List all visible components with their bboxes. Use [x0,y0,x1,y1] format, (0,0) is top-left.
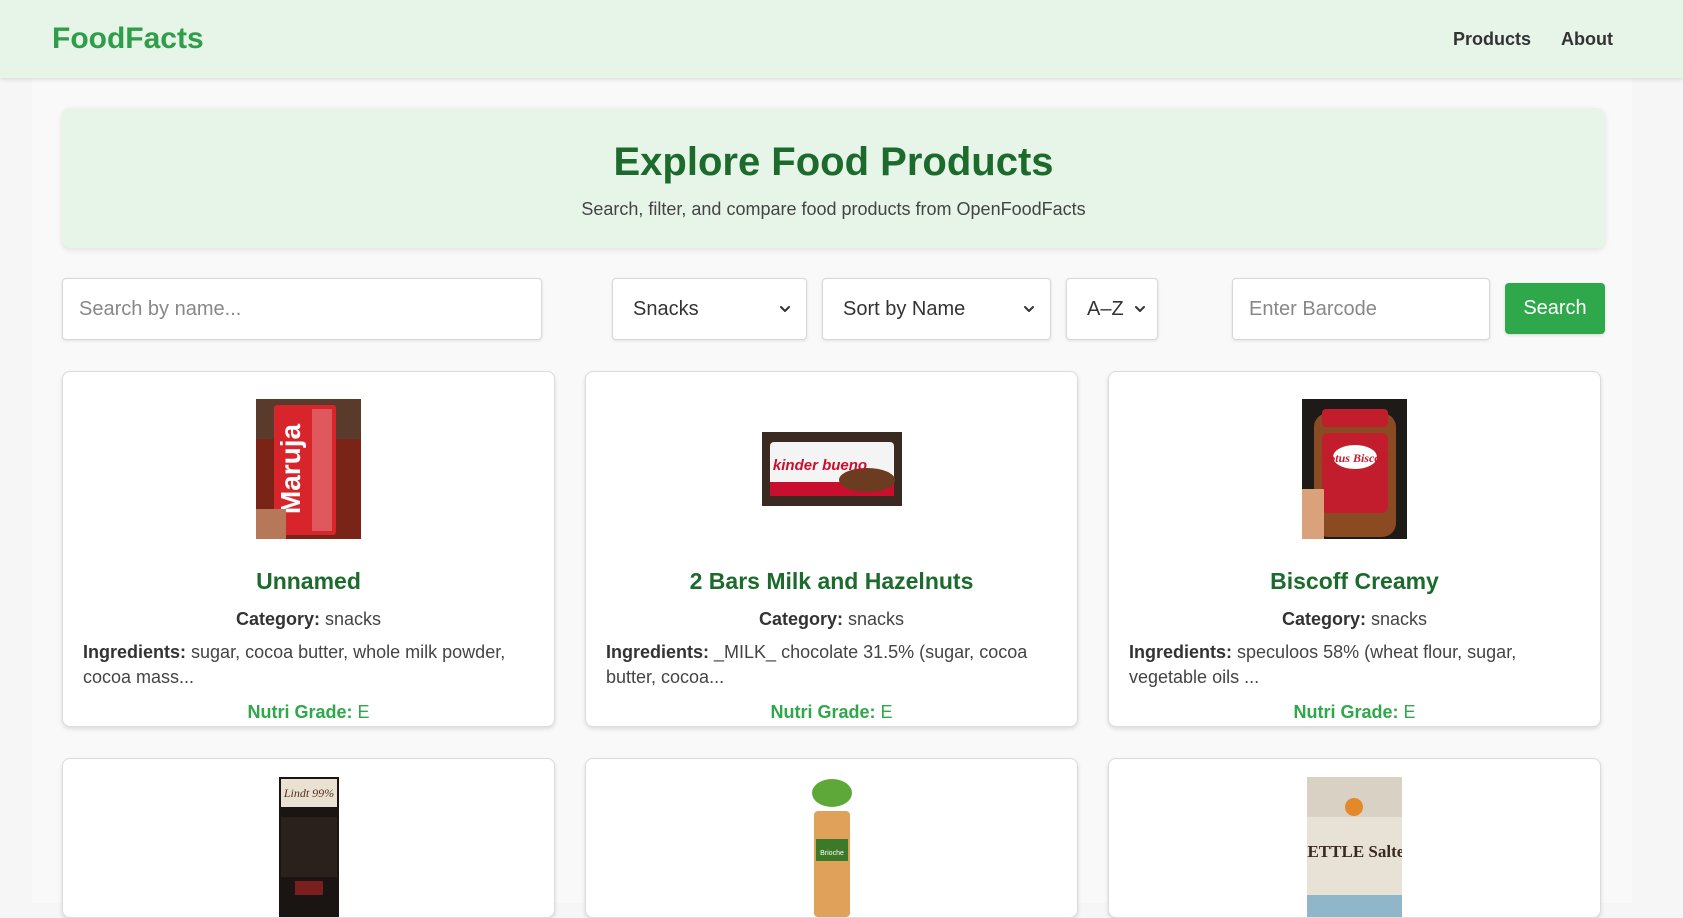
main-container: Explore Food Products Search, filter, an… [32,78,1632,918]
search-input[interactable] [79,297,525,321]
product-title[interactable]: 2 Bars Milk and Hazelnuts [586,568,1077,595]
product-image-text: Lindt 99% [282,786,333,800]
product-ingredients: Ingredients: sugar, cocoa butter, whole … [83,642,506,687]
product-title[interactable]: Biscoff Creamy [1109,568,1600,595]
product-image-text: Brioche [820,850,844,857]
navbar: FoodFacts Products About [0,0,1683,78]
nav-links: Products About [1453,29,1613,50]
chevron-down-icon [1135,306,1145,312]
category-select[interactable]: Snacks [612,278,807,340]
nutri-grade: Nutri Grade: E [1293,702,1416,722]
product-image: KETTLE Salted [1307,777,1402,917]
product-category: Category: snacks [235,609,382,629]
product-image: Brioche [807,777,856,917]
product-card[interactable]: Brioche [585,758,1078,918]
product-image-text: KETTLE Salted [1307,842,1402,861]
product-image-text: kinder bueno [772,457,866,474]
product-category: Category: snacks [758,609,905,629]
brand-logo[interactable]: FoodFacts [52,22,204,56]
filter-toolbar: Snacks Sort by Name A–Z Search [62,278,1605,342]
product-image: Lindt 99% [278,777,339,917]
product-image: Lotus Biscoff [1302,399,1407,539]
nav-link-products[interactable]: Products [1453,29,1531,50]
product-image-text: Lotus Biscoff [1321,451,1389,465]
barcode-field [1232,278,1490,340]
product-image: Maruja [256,399,361,539]
barcode-input[interactable] [1249,297,1473,321]
nutri-grade: Nutri Grade: E [770,702,893,722]
product-image: kinder bueno [761,432,902,506]
hero-banner: Explore Food Products Search, filter, an… [62,108,1605,248]
category-select-value: Snacks [633,297,699,320]
order-select-value: A–Z [1087,297,1124,320]
chevron-down-icon [780,306,790,312]
chevron-down-icon [1024,306,1034,312]
order-select[interactable]: A–Z [1066,278,1158,340]
page-title: Explore Food Products [613,140,1054,184]
nutri-grade: Nutri Grade: E [247,702,370,722]
product-ingredients: Ingredients: speculoos 58% (wheat flour,… [1129,642,1517,687]
product-card[interactable]: KETTLE Salted [1108,758,1601,918]
product-ingredients: Ingredients: _MILK_ chocolate 31.5% (sug… [606,642,1028,687]
product-card[interactable]: kinder bueno 2 Bars Milk and Hazelnuts C… [585,371,1078,727]
sort-select-value: Sort by Name [843,297,966,320]
sort-select[interactable]: Sort by Name [822,278,1051,340]
product-title[interactable]: Unnamed [63,568,554,595]
product-card[interactable]: Maruja Unnamed Category: snacks Ingredie… [62,371,555,727]
search-button[interactable]: Search [1505,283,1605,334]
product-category: Category: snacks [1281,609,1428,629]
product-card[interactable]: Lindt 99% [62,758,555,918]
nav-link-about[interactable]: About [1561,29,1613,50]
page-subtitle: Search, filter, and compare food product… [581,199,1086,219]
product-image-text: Maruja [275,423,306,514]
search-field [62,278,542,340]
product-card[interactable]: Lotus Biscoff Biscoff Creamy Category: s… [1108,371,1601,727]
